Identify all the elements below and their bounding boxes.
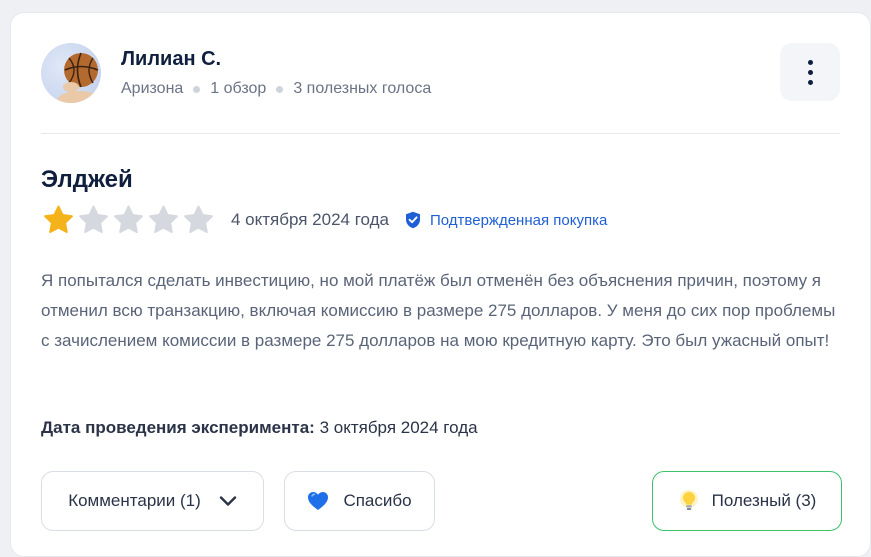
shield-check-icon xyxy=(406,211,421,229)
experiment-date: Дата проведения эксперимента: 3 октября … xyxy=(41,418,478,438)
star-empty-icon xyxy=(79,205,108,233)
author-helpful-votes: 3 полезных голоса xyxy=(293,80,432,97)
more-dot xyxy=(807,79,813,85)
basketball-icon xyxy=(57,52,101,103)
verified-label: Подтвержденная покупка xyxy=(430,211,608,229)
author-name[interactable]: Лилиан С. xyxy=(121,48,221,71)
comments-label: Комментарии (1) xyxy=(68,491,201,510)
review-body: Я попытался сделать инвестицию, но мой п… xyxy=(41,271,836,350)
review-date: 4 октября 2024 года xyxy=(231,210,390,229)
rating-row: 4 октября 2024 года Подтвержденная покуп… xyxy=(41,203,607,237)
verified-badge[interactable]: Подтвержденная покупка xyxy=(405,211,607,229)
star-filled-icon xyxy=(44,205,73,233)
author-meta: Аризона 1 обзор 3 полезных голоса xyxy=(121,80,431,98)
useful-button[interactable]: Полезный (3) xyxy=(652,471,842,531)
avatar[interactable] xyxy=(41,43,101,103)
star-empty-icon xyxy=(149,205,178,233)
author-reviews-count: 1 обзор xyxy=(210,80,267,97)
thanks-button[interactable]: Спасибо xyxy=(284,471,435,531)
thanks-label: Спасибо xyxy=(343,491,412,510)
review-card: Лилиан С. Аризона 1 обзор 3 полезных гол… xyxy=(10,12,871,557)
more-dot xyxy=(807,59,813,65)
comments-button[interactable]: Комментарии (1) xyxy=(41,471,264,531)
more-options-button[interactable] xyxy=(780,43,840,101)
review-title: Элджей xyxy=(41,166,133,193)
more-dot xyxy=(807,69,813,75)
divider xyxy=(41,133,840,134)
heart-icon xyxy=(308,492,329,510)
star-rating xyxy=(41,204,216,236)
lightbulb-icon xyxy=(679,490,698,510)
experiment-value: 3 октября 2024 года xyxy=(319,418,478,437)
useful-label: Полезный (3) xyxy=(711,491,817,510)
experiment-label: Дата проведения эксперимента: xyxy=(41,418,315,437)
chevron-down-icon xyxy=(219,496,236,506)
separator-dot xyxy=(193,85,201,93)
author-location: Аризона xyxy=(121,80,184,97)
separator-dot xyxy=(276,85,284,93)
star-empty-icon xyxy=(184,205,213,233)
star-empty-icon xyxy=(114,205,143,233)
